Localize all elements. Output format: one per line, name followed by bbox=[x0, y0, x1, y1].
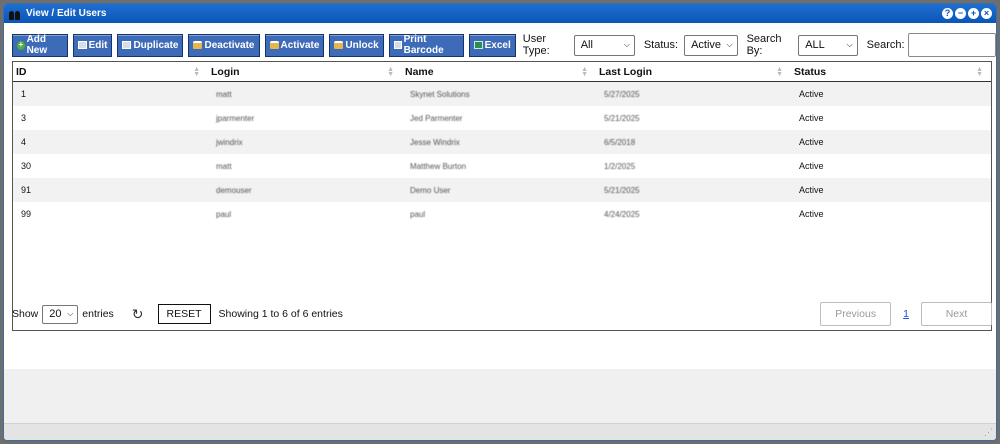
lock-icon bbox=[193, 41, 203, 49]
cell-id: 30 bbox=[21, 161, 32, 171]
cell-login: jparmenter bbox=[216, 113, 255, 123]
table-row[interactable]: 1 matt Skynet Solutions 5/27/2025 Active bbox=[13, 82, 991, 106]
chevron-down-icon: ⌵ bbox=[726, 40, 733, 49]
cell-name: Skynet Solutions bbox=[410, 89, 470, 99]
table-footer: Show 20 ⌵ entries ↻ RESET Showing 1 to 6 … bbox=[12, 299, 992, 329]
cell-status: Active bbox=[799, 209, 824, 219]
show-label: Show bbox=[12, 308, 39, 320]
cell-login: paul bbox=[216, 209, 232, 219]
cell-login: matt bbox=[216, 89, 232, 99]
window-title: View / Edit Users bbox=[26, 8, 107, 19]
cell-last-login: 5/27/2025 bbox=[604, 89, 640, 99]
search-by-label: Search By: bbox=[746, 33, 782, 57]
column-header-last-login[interactable]: Last Login ▲ ▼ bbox=[596, 62, 791, 81]
cell-name: paul bbox=[410, 209, 426, 219]
pagination: Previous 1 Next bbox=[820, 302, 992, 326]
cell-last-login: 6/5/2018 bbox=[604, 137, 636, 147]
page-size-select[interactable]: 20 ⌵ bbox=[42, 304, 79, 324]
table-info: Showing 1 to 6 of 6 entries bbox=[218, 308, 343, 320]
table-row[interactable]: 30 matt Matthew Burton 1/2/2025 Active bbox=[13, 154, 991, 178]
view-edit-users-window: View / Edit Users ? − + × + Add New Edit … bbox=[3, 3, 997, 441]
next-button[interactable]: Next bbox=[921, 302, 992, 326]
print-barcode-button[interactable]: Print Barcode bbox=[388, 33, 464, 57]
sort-icon: ▲ ▼ bbox=[387, 65, 394, 78]
cell-id: 1 bbox=[21, 89, 27, 99]
window-status-bar: ⋰ bbox=[4, 423, 996, 440]
add-new-button[interactable]: + Add New bbox=[12, 33, 68, 57]
excel-icon bbox=[473, 41, 483, 49]
cell-id: 3 bbox=[21, 113, 27, 123]
status-select[interactable]: Active ⌵ bbox=[684, 34, 738, 56]
page-link-1[interactable]: 1 bbox=[903, 308, 909, 320]
plus-icon: + bbox=[17, 39, 25, 50]
chevron-down-icon: ⌵ bbox=[846, 40, 853, 49]
activate-button[interactable]: Activate bbox=[264, 33, 325, 57]
cell-last-login: 5/21/2025 bbox=[604, 185, 640, 195]
search-input[interactable] bbox=[907, 33, 996, 57]
cell-login: jwindrix bbox=[216, 137, 243, 147]
chevron-down-icon: ⌵ bbox=[67, 309, 74, 318]
chevron-down-icon: ⌵ bbox=[623, 40, 630, 49]
close-icon[interactable]: × bbox=[981, 8, 992, 19]
cell-name: Jesse Windrix bbox=[410, 137, 460, 147]
sort-icon: ▲ ▼ bbox=[193, 65, 200, 78]
users-panel: + Add New Edit Duplicate Deactivate Activ… bbox=[4, 23, 996, 369]
table-row[interactable]: 99 paul paul 4/24/2025 Active bbox=[13, 202, 991, 226]
cell-login: matt bbox=[216, 161, 232, 171]
cell-last-login: 5/21/2025 bbox=[604, 113, 640, 123]
maximize-icon[interactable]: + bbox=[968, 8, 979, 19]
sort-icon: ▲ ▼ bbox=[776, 65, 783, 78]
cell-last-login: 4/24/2025 bbox=[604, 209, 640, 219]
edit-button[interactable]: Edit bbox=[72, 33, 113, 57]
duplicate-button[interactable]: Duplicate bbox=[117, 33, 184, 57]
column-header-status[interactable]: Status ▲ ▼ bbox=[791, 62, 991, 81]
column-header-name[interactable]: Name ▲ ▼ bbox=[402, 62, 596, 81]
previous-button[interactable]: Previous bbox=[820, 302, 892, 326]
status-label: Status: bbox=[643, 39, 679, 51]
table-row[interactable]: 91 demouser Demo User 5/21/2025 Active bbox=[13, 178, 991, 202]
edit-icon bbox=[77, 41, 87, 49]
table-header: ID ▲ ▼ Login ▲ ▼ Name ▲ ▼ Last Login ▲ ▼ Status ▲… bbox=[13, 62, 991, 82]
user-type-select[interactable]: All ⌵ bbox=[573, 34, 635, 56]
unlock-button[interactable]: Unlock bbox=[329, 33, 384, 57]
deactivate-button[interactable]: Deactivate bbox=[188, 33, 260, 57]
unlock-icon bbox=[334, 41, 344, 49]
cell-status: Active bbox=[799, 161, 824, 171]
cell-name: Matthew Burton bbox=[410, 161, 467, 171]
refresh-icon[interactable]: ↻ bbox=[132, 306, 144, 323]
user-type-label: User Type: bbox=[522, 33, 550, 57]
cell-name: Jed Parmenter bbox=[410, 113, 463, 123]
unlock-icon bbox=[269, 41, 279, 49]
table-row[interactable]: 4 jwindrix Jesse Windrix 6/5/2018 Active bbox=[13, 130, 991, 154]
users-table: ID ▲ ▼ Login ▲ ▼ Name ▲ ▼ Last Login ▲ ▼ Status ▲… bbox=[12, 61, 992, 331]
cell-name: Demo User bbox=[410, 185, 451, 195]
resize-grip-icon[interactable]: ⋰ bbox=[984, 427, 993, 438]
cell-id: 91 bbox=[21, 185, 32, 195]
users-icon bbox=[9, 8, 21, 20]
window-titlebar[interactable]: View / Edit Users ? − + × bbox=[4, 4, 996, 23]
cell-status: Active bbox=[799, 137, 824, 147]
cell-status: Active bbox=[799, 185, 824, 195]
column-header-id[interactable]: ID ▲ ▼ bbox=[13, 62, 208, 81]
excel-button[interactable]: Excel bbox=[468, 33, 516, 57]
toolbar: + Add New Edit Duplicate Deactivate Activ… bbox=[12, 32, 996, 58]
reset-button[interactable]: RESET bbox=[157, 304, 211, 324]
search-by-select[interactable]: ALL ⌵ bbox=[798, 34, 858, 56]
column-header-login[interactable]: Login ▲ ▼ bbox=[208, 62, 402, 81]
duplicate-icon bbox=[122, 41, 132, 49]
entries-label: entries bbox=[82, 308, 114, 320]
cell-status: Active bbox=[799, 89, 824, 99]
minimize-icon[interactable]: − bbox=[955, 8, 966, 19]
table-row[interactable]: 3 jparmenter Jed Parmenter 5/21/2025 Act… bbox=[13, 106, 991, 130]
search-label: Search: bbox=[866, 39, 905, 51]
barcode-icon bbox=[393, 41, 402, 49]
cell-id: 4 bbox=[21, 137, 27, 147]
cell-last-login: 1/2/2025 bbox=[604, 161, 636, 171]
cell-status: Active bbox=[799, 113, 824, 123]
help-icon[interactable]: ? bbox=[942, 8, 953, 19]
sort-icon: ▲ ▼ bbox=[581, 65, 588, 78]
cell-login: demouser bbox=[216, 185, 252, 195]
sort-icon: ▲ ▼ bbox=[976, 65, 983, 78]
cell-id: 99 bbox=[21, 209, 32, 219]
